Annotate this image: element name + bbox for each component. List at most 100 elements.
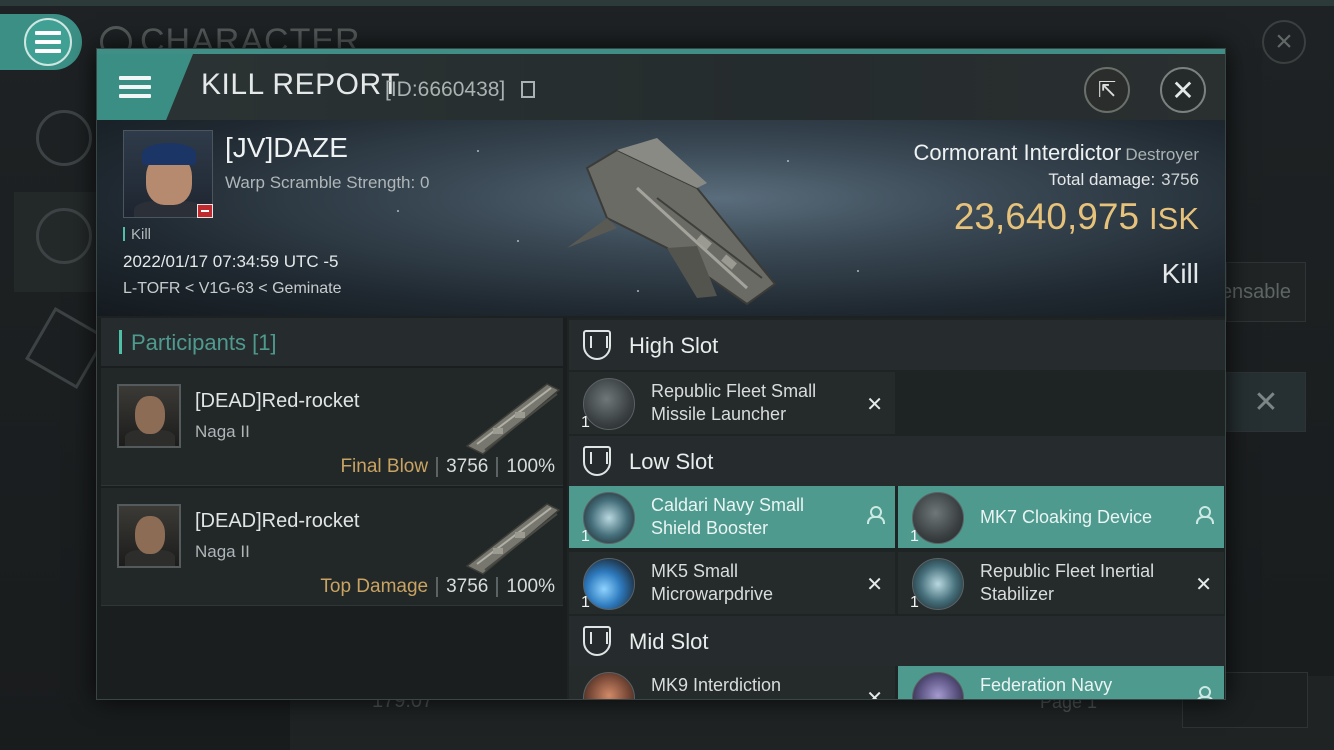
total-damage-line: Total damage: 3756 (1048, 170, 1199, 190)
background-close-icon[interactable]: × (1262, 20, 1306, 64)
close-button[interactable]: ✕ (1160, 67, 1206, 113)
module-quantity: 1 (581, 528, 590, 545)
participant-ship-image (465, 383, 561, 455)
victim-summary: [JV]DAZE Warp Scramble Strength: 0 Kill … (97, 120, 1225, 316)
module-name: Caldari Navy Small Shield Booster (651, 495, 805, 538)
fittings-panel: High Slot 1 Republic Fleet Small Missile… (567, 318, 1225, 700)
background-right-button[interactable]: ensable (1221, 262, 1306, 322)
participant-row[interactable]: [DEAD]Red-rocket Naga II Final Blow 3756… (101, 368, 563, 486)
low-slot-header: Low Slot (569, 436, 1225, 486)
victim-ship-image[interactable] (547, 128, 787, 313)
mid-slot-header: Mid Slot (569, 616, 1225, 666)
participant-damage: 3756 (446, 456, 489, 477)
mid-slot-title: Mid Slot (629, 629, 709, 654)
missile-launcher-icon (583, 378, 635, 430)
copy-icon[interactable] (521, 81, 535, 98)
high-slot-header: High Slot (569, 320, 1225, 370)
victim-name[interactable]: [JV]DAZE (225, 132, 348, 164)
participant-avatar[interactable] (117, 504, 181, 568)
menu-icon (24, 18, 72, 66)
low-slot-icon (583, 446, 611, 476)
high-slot-icon (583, 330, 611, 360)
module-name: MK9 Interdiction (651, 675, 782, 695)
module-item[interactable]: 1 MK9 Interdiction ✕ (569, 666, 895, 700)
participant-stats: Top Damage 3756 100% (320, 576, 555, 598)
participants-title-line: Participants [1] (131, 330, 277, 356)
external-link-icon: ⇱ (1097, 77, 1117, 102)
participant-avatar[interactable] (117, 384, 181, 448)
background-top-line (0, 0, 1334, 6)
hamburger-icon (119, 76, 151, 98)
destroyed-icon: ✕ (866, 688, 883, 700)
shield-booster-icon (583, 492, 635, 544)
participants-header: Participants [1] (101, 318, 563, 366)
participant-ship: Naga II (195, 542, 250, 561)
participant-name: [DEAD]Red-rocket (195, 390, 360, 412)
modal-title: KILL REPORT (201, 68, 400, 101)
sidebar-star-icon[interactable] (25, 307, 107, 389)
ship-class: Destroyer (1125, 145, 1199, 164)
background-tools-icon[interactable]: ✕ (1226, 372, 1306, 432)
dropped-person-icon (1196, 686, 1214, 699)
destroyed-icon: ✕ (866, 394, 883, 416)
sidebar-list-icon[interactable] (36, 110, 92, 166)
module-name: Republic Fleet Small Missile Launcher (651, 381, 817, 424)
modal-header: KILL REPORT [ID:6660438] ⇱ ✕ (97, 54, 1225, 120)
participants-panel: Participants [1] [DEAD]Red-rocket Naga I… (97, 318, 567, 699)
participant-damage: 3756 (446, 576, 489, 597)
main-menu-button[interactable] (0, 14, 82, 70)
participant-ship-image (465, 503, 561, 575)
module-quantity: 1 (910, 528, 919, 545)
module-item[interactable]: 1 Federation Navy (898, 666, 1224, 699)
kill-tag: Kill (123, 226, 151, 243)
isk-unit: ISK (1149, 201, 1199, 236)
participant-ship: Naga II (195, 422, 250, 441)
mid-slot-icon (583, 626, 611, 656)
modal-menu-button[interactable] (97, 54, 193, 120)
module-item[interactable]: 1 Republic Fleet Small Missile Launcher … (569, 372, 895, 434)
module-quantity: 1 (581, 594, 590, 611)
sidebar-swords-icon[interactable] (36, 208, 92, 264)
module-item[interactable]: 1 MK7 Cloaking Device (898, 486, 1224, 548)
cloaking-device-icon (912, 492, 964, 544)
interdiction-icon (583, 672, 635, 699)
module-name: MK5 Small Microwarpdrive (651, 561, 774, 604)
inertial-stabilizer-icon (912, 558, 964, 610)
participant-stats: Final Blow 3756 100% (340, 456, 555, 478)
ship-name[interactable]: Cormorant Interdictor (913, 140, 1121, 165)
module-quantity: 1 (910, 594, 919, 611)
share-button[interactable]: ⇱ (1084, 67, 1130, 113)
dropped-person-icon (1196, 506, 1214, 524)
module-item[interactable]: 1 Republic Fleet Inertial Stabilizer ✕ (898, 552, 1224, 614)
participants-count: [1] (252, 330, 277, 355)
high-slot-title: High Slot (629, 333, 719, 358)
total-damage-value: 3756 (1161, 170, 1199, 189)
participant-row[interactable]: [DEAD]Red-rocket Naga II Top Damage 3756… (101, 488, 563, 606)
isk-value: 23,640,975 (953, 196, 1140, 237)
destroyed-icon: ✕ (1195, 574, 1212, 596)
participants-title: Participants (131, 330, 246, 355)
total-damage-label: Total damage: (1048, 170, 1156, 189)
kill-report-modal: KILL REPORT [ID:6660438] ⇱ ✕ [JV]DAZE Wa… (96, 48, 1226, 700)
module-name: MK7 Cloaking Device (980, 507, 1153, 527)
microwarpdrive-icon (583, 558, 635, 610)
module-name: Republic Fleet Inertial Stabilizer (980, 561, 1155, 604)
module-item[interactable]: 1 MK5 Small Microwarpdrive ✕ (569, 552, 895, 614)
federation-navy-module-icon (912, 672, 964, 699)
participants-accent (119, 330, 122, 354)
background-sidebar (14, 80, 107, 410)
module-item[interactable]: 1 Caldari Navy Small Shield Booster (569, 486, 895, 548)
isk-value-line: 23,640,975 ISK (954, 196, 1199, 238)
close-icon: ✕ (1171, 74, 1195, 106)
standing-badge (197, 204, 213, 218)
kill-timestamp: 2022/01/17 07:34:59 UTC -5 (123, 252, 339, 271)
dropped-person-icon (867, 506, 885, 524)
module-quantity: 1 (581, 414, 590, 431)
participant-role: Top Damage (320, 576, 429, 597)
ship-name-line: Cormorant Interdictor Destroyer (913, 140, 1199, 166)
kill-location[interactable]: L-TOFR < V1G-63 < Geminate (123, 280, 341, 298)
kill-type: Kill (1161, 258, 1199, 289)
participant-role: Final Blow (340, 456, 429, 477)
participant-percent: 100% (506, 576, 555, 597)
participant-name: [DEAD]Red-rocket (195, 510, 360, 532)
